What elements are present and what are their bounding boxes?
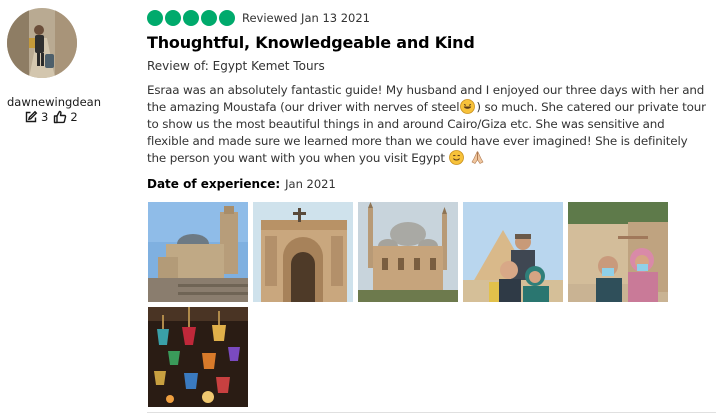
- rating-bubble-icon: [201, 10, 217, 26]
- review-photo-2[interactable]: [253, 202, 353, 302]
- rating-bubble-icon: [219, 10, 235, 26]
- date-of-experience-label: Date of experience:: [147, 177, 281, 191]
- review-photo-3[interactable]: [358, 202, 458, 302]
- rating-bubble-icon: [147, 10, 163, 26]
- review-body: Esraa was an absolutely fantastic guide!…: [147, 82, 707, 167]
- folded-hands-emoji-icon: [470, 150, 485, 165]
- grinning-sweat-emoji-icon: [460, 99, 476, 114]
- pencil-edit-icon: [24, 110, 38, 124]
- review-date: Reviewed Jan 13 2021: [242, 11, 370, 25]
- bubble-rating: [147, 10, 237, 26]
- review-divider: [147, 412, 716, 413]
- smiling-face-emoji-icon: [449, 150, 465, 165]
- rating-row: Reviewed Jan 13 2021: [147, 10, 370, 26]
- rating-bubble-icon: [165, 10, 181, 26]
- review-of-link[interactable]: Review of: Egypt Kemet Tours: [147, 59, 325, 73]
- review-photo-4[interactable]: [463, 202, 563, 302]
- review-photo-1[interactable]: [148, 202, 248, 302]
- date-of-experience: Date of experience: Jan 2021: [147, 177, 336, 191]
- review-photo-6[interactable]: [148, 307, 248, 407]
- date-of-experience-value: Jan 2021: [285, 177, 336, 191]
- thumbs-up-icon: [53, 110, 67, 124]
- avatar[interactable]: [7, 8, 77, 78]
- review-photo-5[interactable]: [568, 202, 668, 302]
- reviewer-username[interactable]: dawnewingdean: [7, 95, 101, 109]
- reviewer-stats: 3 2: [24, 110, 83, 124]
- review-title[interactable]: Thoughtful, Knowledgeable and Kind: [147, 33, 475, 52]
- contributions-count: 3: [41, 110, 49, 124]
- helpful-votes-count: 2: [70, 110, 78, 124]
- rating-bubble-icon: [183, 10, 199, 26]
